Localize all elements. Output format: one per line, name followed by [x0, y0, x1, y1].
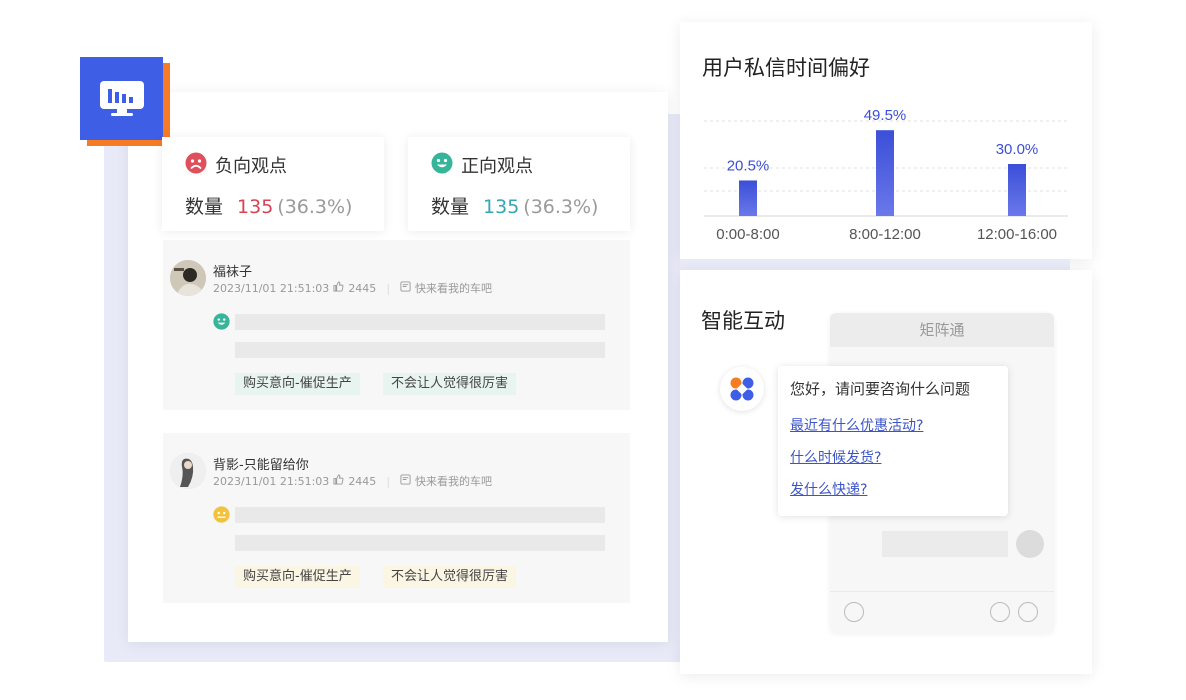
- bot-message-bubble: 您好，请问要咨询什么问题 最近有什么优惠活动? 什么时候发货? 发什么快递?: [778, 366, 1008, 516]
- x-tick-label: 12:00-16:00: [977, 226, 1057, 243]
- positive-count-value: 135: [483, 196, 520, 218]
- bar-value-label: 30.0%: [996, 141, 1039, 158]
- positive-opinion-title: 正向观点: [461, 156, 533, 177]
- negative-opinion-title: 负向观点: [215, 156, 287, 177]
- comment-source[interactable]: 快来看我的车吧: [415, 473, 492, 489]
- meta-divider: |: [386, 474, 391, 488]
- video-icon: [400, 474, 411, 488]
- keyboard-icon[interactable]: [844, 602, 864, 622]
- bar-value-label: 49.5%: [864, 107, 907, 124]
- video-icon: [400, 281, 411, 295]
- negative-count-label: 数量: [185, 196, 224, 218]
- happy-mood-icon: [213, 313, 230, 334]
- happy-face-icon: [431, 152, 453, 178]
- comment-author: 背影-只能留给你: [213, 458, 309, 473]
- chart-bar: [876, 130, 894, 216]
- x-tick-label: 8:00-12:00: [849, 226, 921, 243]
- comment-likes: 2445: [348, 281, 377, 295]
- positive-count-percent: (36.3%): [523, 196, 599, 218]
- smart-interaction-panel: 智能互动 矩阵通 您好，请问要咨询什么问题 最近有什么优惠活动? 什么时候发货?…: [680, 270, 1092, 674]
- emoji-icon[interactable]: [1018, 602, 1038, 622]
- comment-source[interactable]: 快来看我的车吧: [415, 280, 492, 296]
- x-tick-label: 0:00-8:00: [716, 226, 779, 243]
- positive-count-label: 数量: [431, 196, 470, 218]
- monitor-icon: [80, 57, 163, 140]
- placeholder-line: [235, 507, 605, 523]
- sad-face-icon: [185, 152, 207, 178]
- neutral-mood-icon: [213, 506, 230, 527]
- comment-meta: 2023/11/01 21:51:03 2445 | 快来看我的车吧: [213, 280, 492, 296]
- thumbs-up-icon: [333, 474, 344, 488]
- interaction-title: 智能互动: [701, 309, 785, 333]
- bot-greeting: 您好，请问要咨询什么问题: [790, 380, 971, 398]
- chart-bar: [739, 180, 757, 216]
- meta-divider: |: [386, 281, 391, 295]
- avatar: [170, 453, 206, 489]
- user-avatar: [1016, 530, 1044, 558]
- placeholder-line: [235, 535, 605, 551]
- comment-author: 福袜子: [213, 265, 253, 280]
- comment-time: 2023/11/01 21:51:03: [213, 281, 330, 295]
- background-strip: [680, 259, 1070, 270]
- chat-app-name: 矩阵通: [830, 313, 1054, 347]
- time-preference-chart-panel: 20.5% 0:00-8:00 49.5% 8:00-12:00 30.0% 12:00-…: [680, 22, 1092, 259]
- voice-icon[interactable]: [990, 602, 1010, 622]
- quick-question-link[interactable]: 发什么快递?: [790, 479, 867, 499]
- positive-opinion-card: 正向观点 数量 135 (36.3%): [408, 137, 630, 231]
- comment-tag[interactable]: 购买意向-催促生产: [235, 566, 360, 588]
- avatar: [170, 260, 206, 296]
- thumbs-up-icon: [333, 281, 344, 295]
- bot-logo-icon: [720, 367, 764, 411]
- marketing-illustration: 负向观点 数量 135 (36.3%) 正向观点 数量 135 (36.3%): [0, 0, 1186, 700]
- comment-tag[interactable]: 不会让人觉得很厉害: [383, 566, 517, 588]
- bar-value-label: 20.5%: [727, 157, 770, 174]
- negative-count-percent: (36.3%): [277, 196, 353, 218]
- user-message-placeholder: [882, 531, 1008, 557]
- quick-question-link[interactable]: 最近有什么优惠活动?: [790, 415, 923, 435]
- comment-meta: 2023/11/01 21:51:03 2445 | 快来看我的车吧: [213, 473, 492, 489]
- comment-time: 2023/11/01 21:51:03: [213, 474, 330, 488]
- comment-card[interactable]: 背影-只能留给你 2023/11/01 21:51:03 2445 | 快来看我…: [163, 433, 630, 603]
- chart-title: 用户私信时间偏好: [702, 56, 870, 80]
- placeholder-line: [235, 314, 605, 330]
- comment-card[interactable]: 福袜子 2023/11/01 21:51:03 2445 | 快来看我的车吧 购…: [163, 240, 630, 410]
- comment-tag[interactable]: 不会让人觉得很厉害: [383, 373, 517, 395]
- placeholder-line: [235, 342, 605, 358]
- negative-opinion-card: 负向观点 数量 135 (36.3%): [162, 137, 384, 231]
- quick-question-link[interactable]: 什么时候发货?: [790, 447, 881, 467]
- comment-tag[interactable]: 购买意向-催促生产: [235, 373, 360, 395]
- chat-input-bar: [830, 591, 1054, 633]
- comment-likes: 2445: [348, 474, 377, 488]
- chart-bar: [1008, 164, 1026, 216]
- negative-count-value: 135: [237, 196, 274, 218]
